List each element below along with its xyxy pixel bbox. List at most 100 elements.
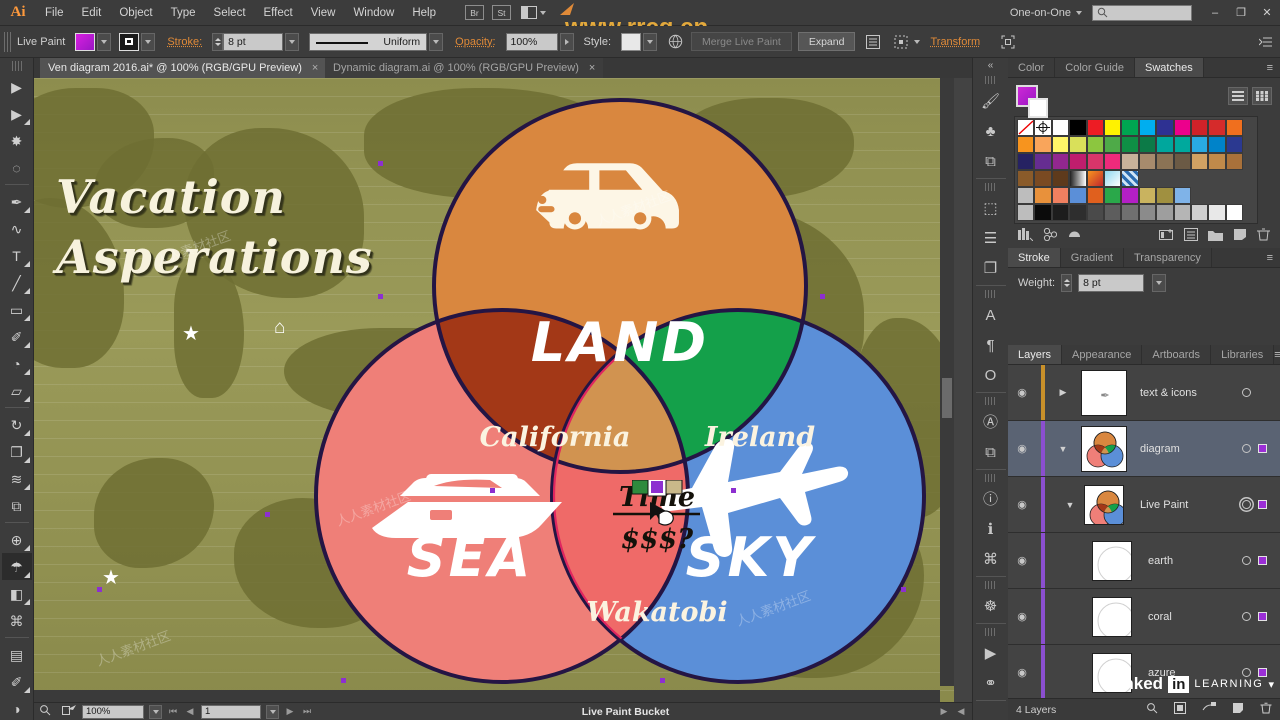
menu-type[interactable]: Type	[162, 0, 205, 26]
swatch-color[interactable]	[1086, 187, 1104, 204]
artboard-caret-icon[interactable]	[266, 704, 279, 719]
stroke-panel-menu-icon[interactable]: ≡	[1267, 248, 1280, 267]
stroke-profile-caret-icon[interactable]	[429, 32, 444, 51]
swatch-color[interactable]	[1225, 119, 1244, 136]
swatch-color[interactable]	[1208, 204, 1226, 221]
panel-group-grip[interactable]	[984, 290, 997, 298]
grid-view-icon[interactable]	[1252, 87, 1272, 105]
eraser-tool[interactable]: ▱	[2, 377, 32, 404]
layer-visibility-icon[interactable]: ◉	[1008, 645, 1036, 698]
stroke-weight-spinner[interactable]	[212, 32, 224, 51]
layer-target-indicator[interactable]	[1241, 388, 1251, 397]
rectangle-tool[interactable]: ▭	[2, 296, 32, 323]
swatch-color[interactable]	[1121, 153, 1139, 170]
bridge-button[interactable]: Br	[465, 5, 484, 20]
stroke-dropdown-caret-icon[interactable]	[141, 32, 156, 51]
anchor-point[interactable]	[341, 678, 346, 683]
scale-tool[interactable]: ❐	[2, 438, 32, 465]
layer-name-label[interactable]: earth	[1140, 533, 1228, 588]
swatch-color[interactable]	[1086, 204, 1104, 221]
type-tool[interactable]: T	[2, 242, 32, 269]
style-caret-icon[interactable]	[643, 32, 658, 51]
layer-expand-toggle[interactable]: ▼	[1050, 477, 1076, 532]
panel-group-grip[interactable]	[984, 183, 997, 191]
new-folder-icon[interactable]	[1208, 229, 1223, 244]
swatch-color[interactable]	[1051, 153, 1070, 170]
tab-stroke[interactable]: Stroke	[1008, 248, 1061, 267]
anchor-point[interactable]	[378, 161, 383, 166]
swatch-color[interactable]	[1069, 187, 1087, 204]
symbols-icon[interactable]: ♣	[976, 116, 1006, 146]
locate-object-icon[interactable]	[1146, 702, 1158, 717]
venn-diagram[interactable]: LAND SEA SKY California Ireland Time $$$…	[310, 96, 930, 704]
swatch-color[interactable]	[1208, 136, 1226, 153]
artboard-canvas[interactable]: ★ ★ ⌂ Vacation Asperations LAND SEA SKY …	[34, 78, 954, 704]
swatch-color[interactable]	[1051, 170, 1070, 187]
direct-selection-tool[interactable]: ▶	[2, 100, 32, 127]
swatch-color[interactable]	[1225, 136, 1244, 153]
layer-row[interactable]: ◉ coral	[1008, 589, 1280, 645]
tools-panel-grip[interactable]	[11, 61, 22, 71]
fill-dropdown-caret-icon[interactable]	[97, 32, 112, 51]
arrange-documents-icon[interactable]	[521, 6, 546, 19]
swatch-color[interactable]	[1034, 136, 1052, 153]
swatch-color[interactable]	[1034, 170, 1052, 187]
swatch-color[interactable]	[1173, 187, 1191, 204]
swatch-color[interactable]	[1051, 119, 1070, 136]
recolor-artwork-icon[interactable]	[665, 32, 685, 52]
swatch-color[interactable]	[1034, 187, 1052, 204]
merge-live-paint-button[interactable]: Merge Live Paint	[691, 32, 792, 51]
control-bar-grip[interactable]	[4, 31, 11, 52]
panel-group-grip[interactable]	[984, 474, 997, 482]
swatch-color[interactable]	[1051, 136, 1070, 153]
swatch-color[interactable]	[1103, 204, 1122, 221]
magic-wand-tool[interactable]: ✸	[2, 127, 32, 154]
search-input[interactable]	[1092, 4, 1192, 21]
swatch-gradient[interactable]	[1086, 170, 1104, 187]
swatch-color[interactable]	[1069, 204, 1087, 221]
swatch-color[interactable]	[1034, 204, 1052, 221]
window-restore-button[interactable]: ❐	[1228, 1, 1254, 25]
scrollbar-thumb[interactable]	[942, 378, 952, 418]
navigator-icon[interactable]: ☸	[976, 591, 1006, 621]
layer-expand-toggle[interactable]	[1050, 645, 1084, 698]
anchor-point[interactable]	[378, 294, 383, 299]
layer-name-label[interactable]: text & icons	[1132, 365, 1228, 420]
perspective-grid-tool[interactable]: ◧	[2, 580, 32, 607]
swatch-color[interactable]	[1156, 136, 1174, 153]
opentype-icon[interactable]: O	[976, 360, 1006, 390]
next-artboard-button[interactable]: ▶	[284, 706, 296, 717]
layer-name-label[interactable]: diagram	[1132, 421, 1228, 476]
swatch-registration[interactable]	[1034, 119, 1052, 136]
swatch-color[interactable]	[1069, 119, 1087, 136]
expand-panels-icon[interactable]: «	[973, 58, 1008, 72]
stroke-weight-input[interactable]: 8 pt	[223, 32, 284, 51]
eyedropper-tool[interactable]: ✐	[2, 668, 32, 695]
swatch-color[interactable]	[1086, 136, 1104, 153]
create-new-sublayer-icon[interactable]	[1202, 702, 1216, 717]
layer-visibility-icon[interactable]: ◉	[1008, 365, 1036, 420]
align-objects-icon[interactable]	[891, 32, 911, 52]
layer-expand-toggle[interactable]: ▶	[1050, 365, 1076, 420]
layers-panel-menu-icon[interactable]: ≡	[1274, 345, 1280, 364]
swatch-color[interactable]	[1051, 204, 1070, 221]
layer-expand-toggle[interactable]: ▼	[1050, 421, 1076, 476]
swatch-color[interactable]	[1190, 136, 1209, 153]
stroke-label[interactable]: Stroke:	[167, 36, 202, 48]
swatch-color[interactable]	[1225, 153, 1244, 170]
swatch-color[interactable]	[1051, 187, 1070, 204]
swatch-color[interactable]	[1225, 204, 1244, 221]
curvature-tool[interactable]: ∿	[2, 215, 32, 242]
links-chain-icon[interactable]: ⚭	[976, 668, 1006, 698]
document-info-icon[interactable]: ⓘ	[976, 484, 1006, 514]
brushes-icon[interactable]: 🖌	[976, 86, 1006, 116]
lasso-tool[interactable]: ◌	[2, 154, 32, 181]
swatch-color[interactable]	[1208, 119, 1226, 136]
anchor-point[interactable]	[820, 294, 825, 299]
close-icon[interactable]: ×	[589, 62, 595, 74]
align-caret-icon[interactable]	[914, 39, 921, 44]
layer-visibility-icon[interactable]: ◉	[1008, 589, 1036, 644]
swatch-color[interactable]	[1138, 204, 1157, 221]
gradient-tool[interactable]: ▤	[2, 641, 32, 668]
layer-target-indicator[interactable]	[1241, 444, 1251, 453]
